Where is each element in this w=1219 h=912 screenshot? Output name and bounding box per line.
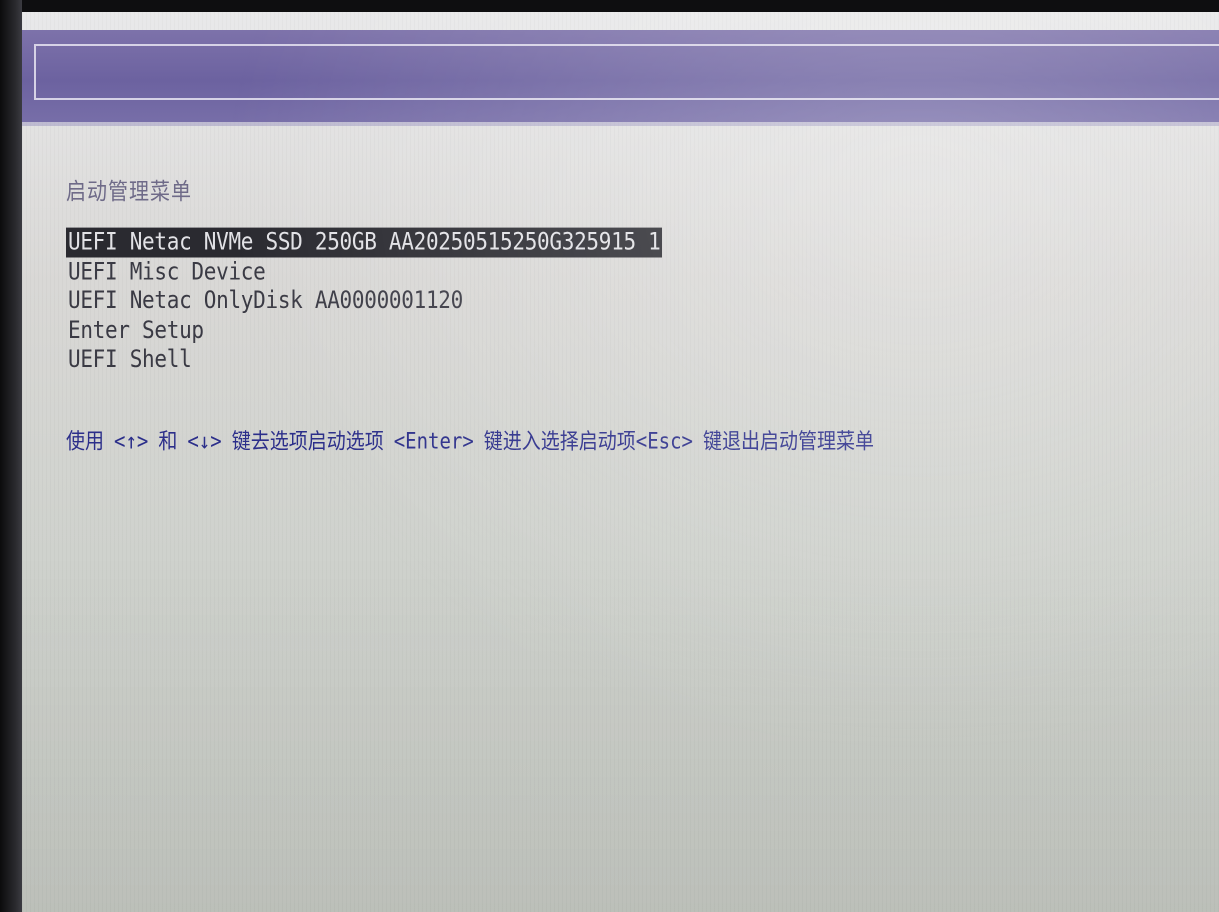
down-arrow-key-hint: <↓> [187, 428, 222, 455]
boot-option-row[interactable]: UEFI Misc Device [66, 257, 662, 286]
help-esc-text: 键退出启动管理菜单 [703, 428, 875, 455]
boot-option-enter-setup[interactable]: Enter Setup [66, 316, 206, 344]
boot-option-misc-device[interactable]: UEFI Misc Device [66, 257, 268, 285]
boot-option-row[interactable]: UEFI Shell [66, 345, 662, 374]
help-line: 使用 <↑> 和 <↓> 键去选项启动选项 <Enter> 键进入选择启动项<Esc> 键退出… [66, 428, 874, 456]
boot-option-row[interactable]: Enter Setup [66, 316, 662, 345]
boot-option-netac-nvme-ssd[interactable]: UEFI Netac NVMe SSD 250GB AA20250515250G… [66, 227, 663, 257]
menu-title: 启动管理菜单 [66, 177, 192, 205]
boot-option-list: UEFI Netac NVMe SSD 250GB AA20250515250G… [66, 227, 663, 375]
monitor-bezel-top [0, 0, 1219, 12]
up-arrow-key-hint: <↑> [114, 428, 149, 455]
title-bar-divider [22, 122, 1219, 126]
boot-option-uefi-shell[interactable]: UEFI Shell [66, 345, 193, 373]
boot-option-row[interactable]: UEFI Netac NVMe SSD 250GB AA20250515250G… [66, 227, 663, 257]
help-and-text: 和 [158, 428, 178, 455]
boot-menu: 启动管理菜单 UEFI Netac NVMe SSD 250GB AA20250… [66, 177, 874, 454]
bios-screen: 启动管理菜单 UEFI Netac NVMe SSD 250GB AA20250… [22, 12, 1219, 912]
monitor-bezel-left [0, 0, 22, 912]
monitor: 启动管理菜单 UEFI Netac NVMe SSD 250GB AA20250… [0, 0, 1219, 912]
title-bar [22, 30, 1219, 122]
boot-option-netac-onlydisk[interactable]: UEFI Netac OnlyDisk AA0000001120 [66, 286, 465, 314]
help-select-text: 键去选项启动选项 [231, 428, 384, 455]
esc-key-hint: <Esc> [635, 428, 693, 455]
help-use-text: 使用 [66, 428, 105, 455]
title-bar-frame [34, 44, 1219, 100]
boot-option-row[interactable]: UEFI Netac OnlyDisk AA0000001120 [66, 286, 662, 315]
help-enter-text: 键进入选择启动项 [483, 428, 636, 455]
enter-key-hint: <Enter> [393, 428, 474, 455]
